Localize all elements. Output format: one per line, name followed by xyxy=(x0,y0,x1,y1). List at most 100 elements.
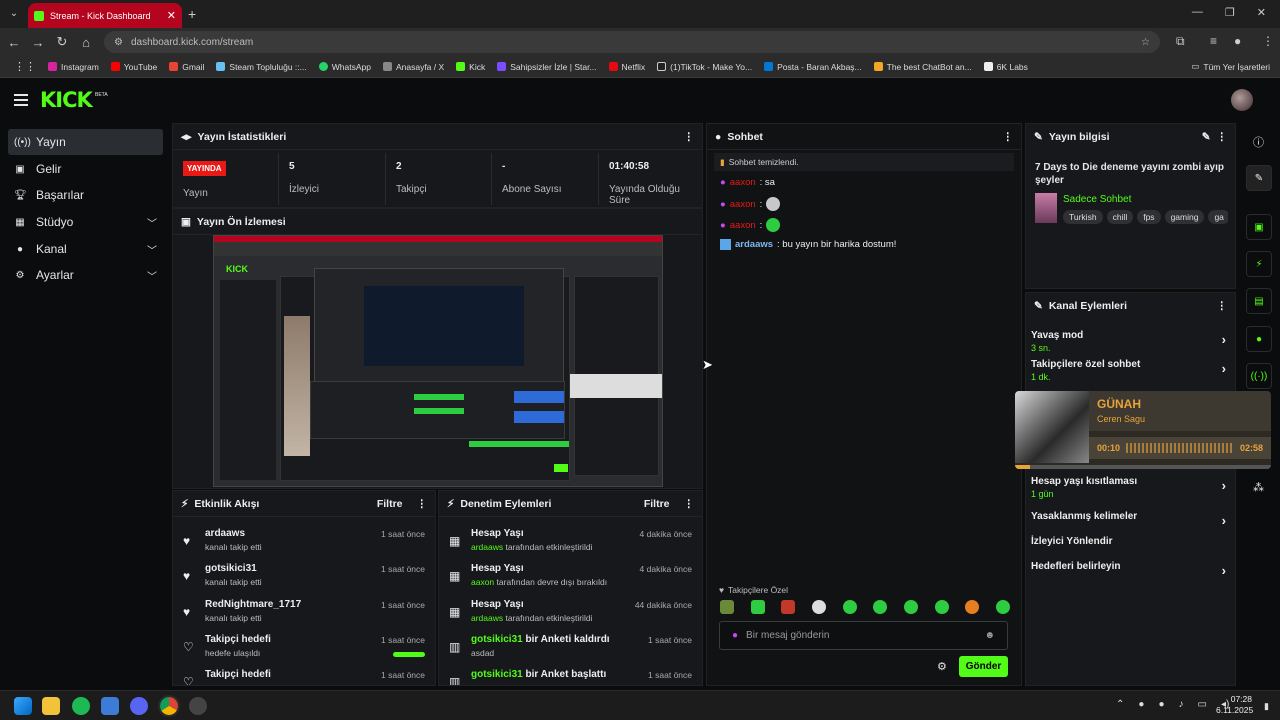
bookmark-youtube[interactable]: YouTube xyxy=(105,62,163,72)
emote-icon[interactable] xyxy=(995,600,1010,614)
user-avatar[interactable] xyxy=(1231,89,1253,111)
stream-preview-video[interactable]: KICK xyxy=(213,235,663,487)
network-icon[interactable]: ▭ xyxy=(1197,699,1206,710)
edit-tool-icon[interactable]: ✎ xyxy=(1246,165,1272,191)
media-icon[interactable]: ≡ xyxy=(1210,34,1217,48)
close-tab-icon[interactable]: ✕ xyxy=(167,9,176,22)
edit-icon[interactable]: ✎ xyxy=(1202,131,1211,143)
send-button[interactable]: Gönder xyxy=(959,656,1008,677)
sidebar-item-studyo[interactable]: ▦ Stüdyo ﹀ xyxy=(8,209,163,235)
forward-icon[interactable]: → xyxy=(26,35,50,50)
chat-username[interactable]: aaxon xyxy=(730,199,756,210)
more-options-icon[interactable]: ⋮ xyxy=(417,498,428,510)
site-info-icon[interactable]: ⚙ xyxy=(114,37,123,48)
action-account-age[interactable]: Hesap yaşı kısıtlaması 1 gün › xyxy=(1031,476,1226,499)
bookmark-instagram[interactable]: Instagram xyxy=(42,62,105,72)
broadcast-tool-icon[interactable]: ((·)) xyxy=(1246,363,1272,389)
action-followers-only[interactable]: Takipçilere özel sohbet 1 dk. › xyxy=(1031,359,1226,382)
maximize-icon[interactable]: ❐ xyxy=(1225,6,1235,19)
extensions-icon[interactable]: ⧉ xyxy=(1176,34,1185,49)
browser-tab[interactable]: Stream - Kick Dashboard ✕ xyxy=(28,3,182,28)
emote-icon[interactable] xyxy=(720,600,734,614)
category-name[interactable]: Sadece Sohbet xyxy=(1063,194,1131,205)
tray-app-icon[interactable]: ● xyxy=(1158,699,1164,710)
bookmark-chatbot[interactable]: The best ChatBot an... xyxy=(868,62,978,72)
tray-app-icon[interactable]: ● xyxy=(1138,699,1144,710)
action-redirect-viewers[interactable]: İzleyici Yönlendir xyxy=(1031,536,1226,547)
close-window-icon[interactable]: ✕ xyxy=(1257,6,1266,19)
chat-username[interactable]: aaxon xyxy=(730,220,756,231)
kick-logo[interactable]: KICK xyxy=(40,88,93,112)
sidebar-item-basarilar[interactable]: 🏆︎ Başarılar xyxy=(8,182,163,208)
notifications-icon[interactable]: ▮ xyxy=(1264,701,1269,712)
mic-icon[interactable]: ♪ xyxy=(1178,699,1183,710)
emote-icon[interactable] xyxy=(934,600,949,614)
start-icon[interactable] xyxy=(14,697,32,715)
bookmark-posta[interactable]: Posta - Baran Akbaş... xyxy=(758,62,868,72)
info-icon[interactable]: ⓘ xyxy=(1253,134,1264,150)
new-tab-button[interactable]: + xyxy=(188,6,196,22)
home-icon[interactable]: ⌂ xyxy=(74,35,98,50)
app-icon[interactable] xyxy=(101,697,119,715)
chat-tool-icon[interactable]: ● xyxy=(1246,326,1272,352)
moderation-filter-button[interactable]: Filtre xyxy=(644,498,670,510)
chat-message-input[interactable]: ● Bir mesaj gönderin ☻ xyxy=(719,621,1008,650)
file-explorer-icon[interactable] xyxy=(42,697,60,715)
more-options-icon[interactable]: ⋮ xyxy=(1003,131,1014,143)
emoji-icon[interactable]: ☻ xyxy=(984,630,995,641)
chevron-up-icon[interactable]: ⌃ xyxy=(1116,699,1124,710)
sidebar-item-ayarlar[interactable]: ⚙ Ayarlar ﹀ xyxy=(8,262,163,288)
bookmark-sahipsizler[interactable]: Sahipsizler İzle | Star... xyxy=(491,62,602,72)
emote-icon[interactable] xyxy=(965,600,980,614)
widgets-icon[interactable]: ⁂ xyxy=(1253,481,1264,494)
clock[interactable]: 07:28 6.11.2025 xyxy=(1216,694,1253,716)
bookmark-steam[interactable]: Steam Topluluğu ::... xyxy=(210,62,312,72)
pin-icon: ✎ xyxy=(1034,300,1043,312)
bookmark-kick[interactable]: Kick xyxy=(450,62,491,72)
chat-username[interactable]: aaxon xyxy=(730,177,756,188)
chat-username[interactable]: ardaaws xyxy=(735,239,773,250)
bookmark-gmail[interactable]: Gmail xyxy=(163,62,210,72)
action-banned-words[interactable]: Yasaklanmış kelimeler › xyxy=(1031,511,1226,528)
hamburger-menu-icon[interactable] xyxy=(14,94,28,106)
bookmark-star-icon[interactable]: ☆ xyxy=(1141,37,1150,48)
chat-settings-icon[interactable]: ⚙ xyxy=(937,660,947,673)
back-icon[interactable]: ← xyxy=(2,35,26,50)
bookmark-whatsapp[interactable]: WhatsApp xyxy=(313,62,377,72)
emote-icon[interactable] xyxy=(781,600,796,614)
action-slow-mode[interactable]: Yavaş mod 3 sn. › xyxy=(1031,330,1226,353)
address-bar[interactable]: ⚙ dashboard.kick.com/stream ☆ xyxy=(104,31,1160,53)
emote-icon[interactable] xyxy=(750,600,765,614)
more-options-icon[interactable]: ⋮ xyxy=(684,131,695,143)
menu-icon[interactable]: ⋮ xyxy=(1262,34,1274,48)
more-options-icon[interactable]: ⋮ xyxy=(684,498,695,510)
sidebar-item-gelir[interactable]: ▣ Gelir xyxy=(8,156,163,182)
more-options-icon[interactable]: ⋮ xyxy=(1217,131,1228,143)
profile-icon[interactable]: ● xyxy=(1234,34,1241,48)
emote-icon[interactable] xyxy=(842,600,857,614)
sidebar-item-yayin[interactable]: ((•)) Yayın xyxy=(8,129,163,155)
document-icon[interactable]: ▤ xyxy=(1246,288,1272,314)
emote-icon[interactable] xyxy=(903,600,918,614)
reload-icon[interactable]: ↻ xyxy=(50,34,74,50)
app-icon[interactable] xyxy=(189,697,207,715)
apps-icon[interactable]: ⋮⋮ xyxy=(8,60,42,73)
capture-icon[interactable]: ▣ xyxy=(1246,214,1272,240)
action-set-goals[interactable]: Hedefleri belirleyin › xyxy=(1031,561,1226,578)
emote-icon[interactable] xyxy=(873,600,888,614)
minimize-icon[interactable]: — xyxy=(1192,6,1203,19)
bookmark-tiktok[interactable]: (1)TikTok - Make Yo... xyxy=(651,62,758,72)
more-options-icon[interactable]: ⋮ xyxy=(1217,300,1228,312)
bookmark-netflix[interactable]: Netflix xyxy=(603,62,652,72)
bookmark-x[interactable]: Anasayfa / X xyxy=(377,62,450,72)
tab-search-icon[interactable]: ⌄ xyxy=(6,6,22,22)
spotify-icon[interactable] xyxy=(72,697,90,715)
sidebar-item-kanal[interactable]: ● Kanal ﹀ xyxy=(8,236,163,262)
discord-icon[interactable] xyxy=(130,697,148,715)
emote-icon[interactable] xyxy=(811,600,826,614)
all-bookmarks[interactable]: ▭ Tüm Yer İşaretleri xyxy=(1191,61,1270,72)
activity-filter-button[interactable]: Filtre xyxy=(377,498,403,510)
chrome-icon[interactable] xyxy=(158,695,180,717)
lightning-tool-icon[interactable]: ⚡︎ xyxy=(1246,251,1272,277)
bookmark-6klabs[interactable]: 6K Labs xyxy=(978,62,1034,72)
